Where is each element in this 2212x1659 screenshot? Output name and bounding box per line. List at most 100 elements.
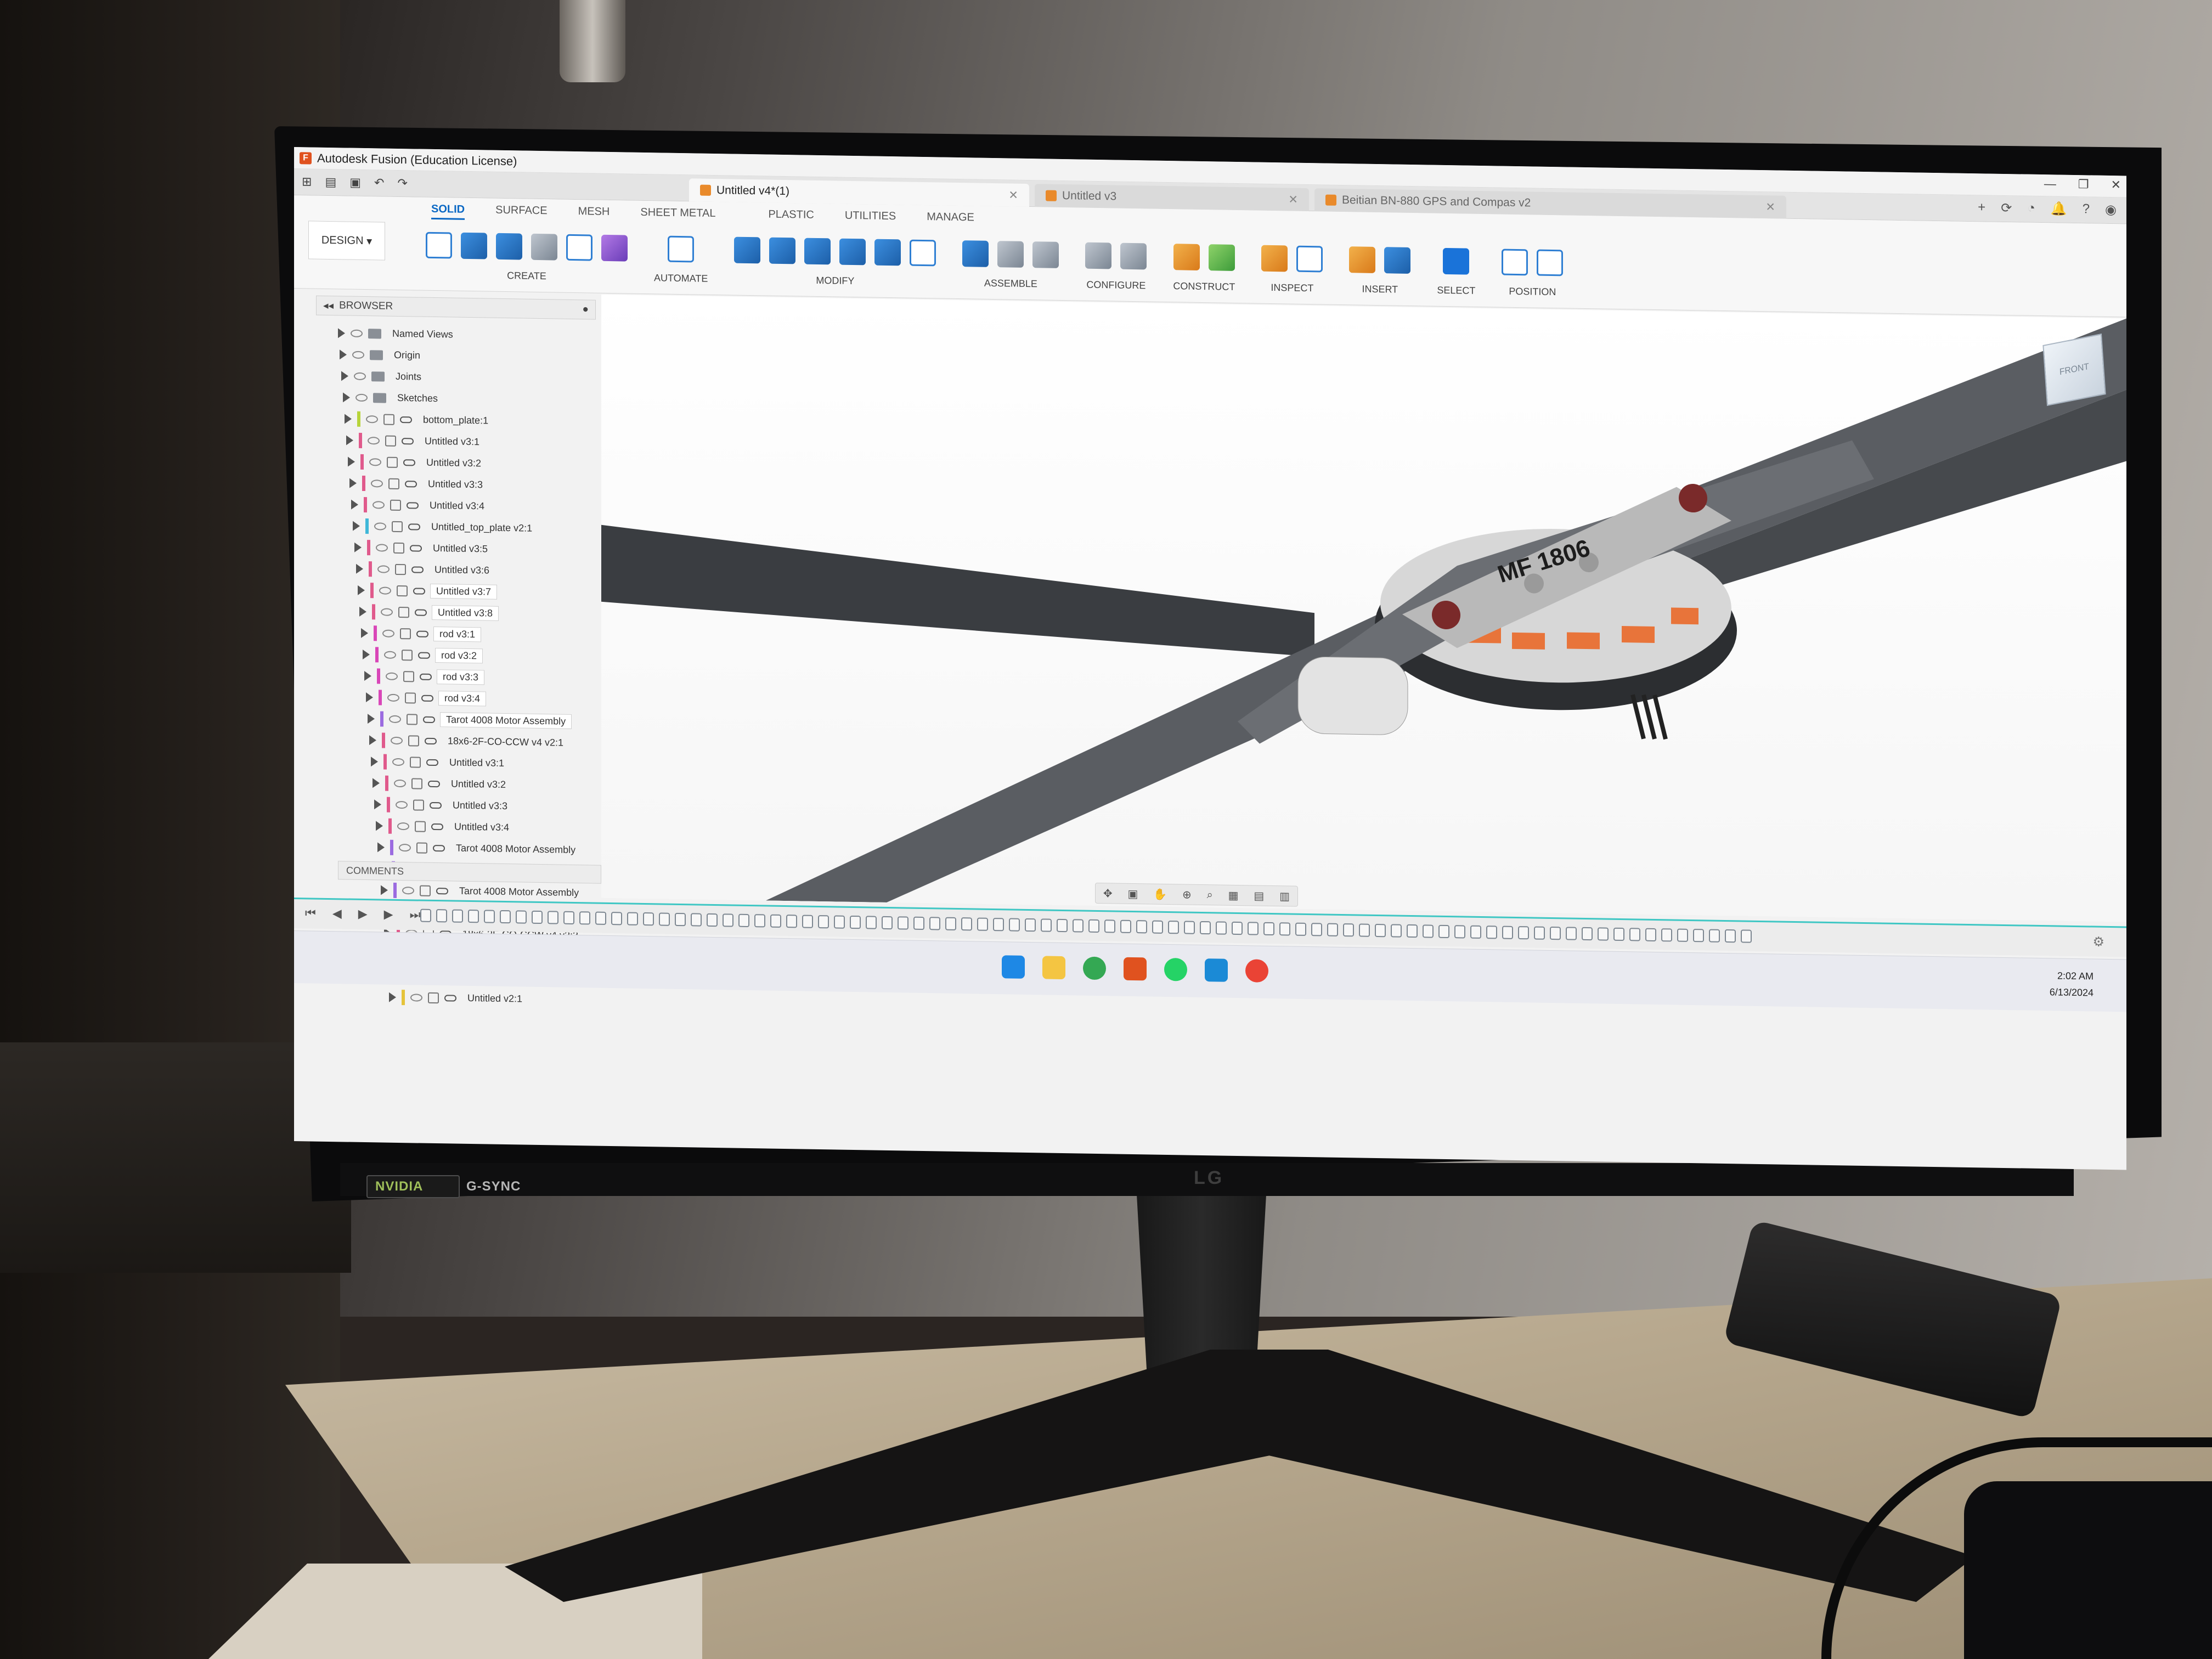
group-label[interactable]: CREATE — [507, 270, 546, 282]
visibility-eye-icon[interactable] — [410, 993, 422, 1002]
step-back-icon[interactable]: ◀ — [332, 906, 342, 921]
timeline-feature-icon[interactable] — [548, 911, 558, 924]
visibility-eye-icon[interactable] — [397, 822, 409, 830]
tab-sheet-metal[interactable]: SHEET METAL — [640, 206, 715, 224]
timeline-feature-icon[interactable] — [611, 912, 622, 926]
expand-triangle-icon[interactable] — [366, 692, 373, 702]
new-tab-icon[interactable]: + — [1978, 200, 1985, 216]
expand-triangle-icon[interactable] — [359, 606, 366, 617]
automate-icon[interactable] — [668, 235, 695, 263]
timeline-feature-icon[interactable] — [834, 915, 845, 929]
avatar[interactable]: ◉ — [2105, 202, 2117, 218]
visibility-eye-icon[interactable] — [387, 693, 399, 702]
timeline-feature-icon[interactable] — [532, 910, 543, 924]
go-to-start-icon[interactable]: ⏮ — [305, 906, 316, 920]
expand-triangle-icon[interactable] — [369, 735, 376, 745]
timeline-feature-icon[interactable] — [1184, 921, 1195, 934]
orbit-icon[interactable]: ✥ — [1103, 887, 1113, 900]
timeline-feature-icon[interactable] — [1629, 928, 1640, 941]
expand-triangle-icon[interactable] — [361, 628, 368, 638]
save-icon[interactable]: ▣ — [349, 176, 361, 190]
timeline-feature-icon[interactable] — [961, 917, 972, 931]
windows-start-icon[interactable] — [1002, 955, 1025, 979]
timeline-feature-icon[interactable] — [1407, 924, 1418, 938]
help-icon[interactable]: ? — [2083, 201, 2090, 217]
group-label[interactable]: ASSEMBLE — [984, 278, 1037, 290]
visibility-eye-icon[interactable] — [381, 607, 393, 616]
section-analysis-icon[interactable] — [1296, 245, 1323, 273]
visibility-eye-icon[interactable] — [369, 458, 381, 466]
timeline-feature-icon[interactable] — [770, 914, 781, 928]
expand-triangle-icon[interactable] — [368, 713, 375, 724]
group-label[interactable]: CONSTRUCT — [1173, 280, 1235, 293]
timeline-feature-icon[interactable] — [1104, 919, 1115, 933]
timeline-feature-icon[interactable] — [452, 909, 463, 923]
timeline-feature-icon[interactable] — [1582, 927, 1593, 941]
expand-triangle-icon[interactable] — [363, 649, 370, 659]
timeline-feature-icon[interactable] — [993, 918, 1004, 932]
group-label[interactable]: POSITION — [1509, 286, 1556, 298]
select-cursor-icon[interactable] — [1443, 247, 1470, 275]
visibility-eye-icon[interactable] — [376, 543, 388, 552]
expand-triangle-icon[interactable] — [358, 585, 365, 595]
timeline-feature-icon[interactable] — [1677, 928, 1688, 942]
offset-plane-icon[interactable] — [1173, 244, 1200, 270]
timeline-feature-icon[interactable] — [436, 909, 447, 923]
timeline-feature-icon[interactable] — [1232, 921, 1243, 935]
timeline-feature-icon[interactable] — [675, 912, 686, 927]
timeline-feature-icon[interactable] — [1120, 919, 1131, 933]
visibility-eye-icon[interactable] — [377, 565, 390, 573]
group-label[interactable]: INSERT — [1362, 284, 1398, 296]
visibility-eye-icon[interactable] — [399, 843, 411, 851]
expand-triangle-icon[interactable] — [345, 413, 352, 424]
visibility-eye-icon[interactable] — [386, 672, 398, 680]
timeline-feature-icon[interactable] — [1025, 918, 1036, 932]
pan-icon[interactable]: ✋ — [1153, 887, 1167, 901]
insert-mesh-icon[interactable] — [1349, 246, 1376, 273]
visibility-eye-icon[interactable] — [396, 800, 408, 809]
timeline-feature-icon[interactable] — [484, 910, 495, 923]
system-clock[interactable]: 2:02 AM 6/13/2024 — [2050, 967, 2094, 1001]
timeline-feature-icon[interactable] — [1470, 925, 1481, 939]
revert-position-icon[interactable] — [1537, 249, 1564, 276]
tab-surface[interactable]: SURFACE — [495, 204, 547, 221]
expand-triangle-icon[interactable] — [343, 392, 350, 403]
play-icon[interactable]: ▶ — [358, 907, 368, 921]
form-icon[interactable] — [601, 234, 628, 262]
joint-icon[interactable] — [997, 241, 1024, 268]
maximize-icon[interactable]: ❐ — [2078, 177, 2089, 191]
timeline-feature-icon[interactable] — [818, 915, 829, 929]
expand-triangle-icon[interactable] — [389, 992, 396, 1002]
group-label[interactable]: MODIFY — [816, 275, 854, 287]
browser-pin-icon[interactable]: ● — [583, 303, 589, 315]
timeline-feature-icon[interactable] — [579, 911, 590, 925]
visibility-eye-icon[interactable] — [354, 372, 366, 380]
expand-triangle-icon[interactable] — [356, 563, 363, 574]
timeline-feature-icon[interactable] — [1566, 927, 1577, 940]
expand-triangle-icon[interactable] — [338, 328, 345, 338]
fusion-taskbar-icon[interactable] — [1124, 957, 1147, 981]
undo-icon[interactable]: ↶ — [374, 176, 384, 190]
timeline-feature-icon[interactable] — [723, 913, 733, 927]
visibility-eye-icon[interactable] — [384, 651, 396, 659]
visibility-eye-icon[interactable] — [356, 393, 368, 402]
timeline-feature-icon[interactable] — [754, 914, 765, 928]
tab-solid[interactable]: SOLID — [431, 202, 465, 220]
notifications-icon[interactable]: 🔔 — [2051, 201, 2067, 217]
expand-triangle-icon[interactable] — [340, 349, 347, 360]
expand-triangle-icon[interactable] — [348, 456, 355, 467]
configuration-table-icon[interactable] — [1120, 242, 1147, 270]
group-label[interactable]: INSPECT — [1271, 282, 1313, 294]
timeline-feature-icon[interactable] — [500, 910, 511, 924]
timeline-feature-icon[interactable] — [1486, 926, 1497, 939]
jobs-icon[interactable]: ◔ — [2027, 201, 2035, 217]
grid-icon[interactable]: ▤ — [1254, 889, 1264, 902]
step-forward-icon[interactable]: ▶ — [384, 907, 393, 922]
chrome-profile-icon[interactable] — [1245, 959, 1268, 983]
visibility-eye-icon[interactable] — [379, 586, 391, 595]
timeline-feature-icon[interactable] — [1311, 923, 1322, 936]
timeline-feature-icon[interactable] — [1136, 920, 1147, 934]
tab-close-icon[interactable]: ✕ — [1765, 200, 1775, 214]
timeline-feature-icon[interactable] — [468, 909, 479, 923]
timeline-feature-icon[interactable] — [1534, 926, 1545, 940]
